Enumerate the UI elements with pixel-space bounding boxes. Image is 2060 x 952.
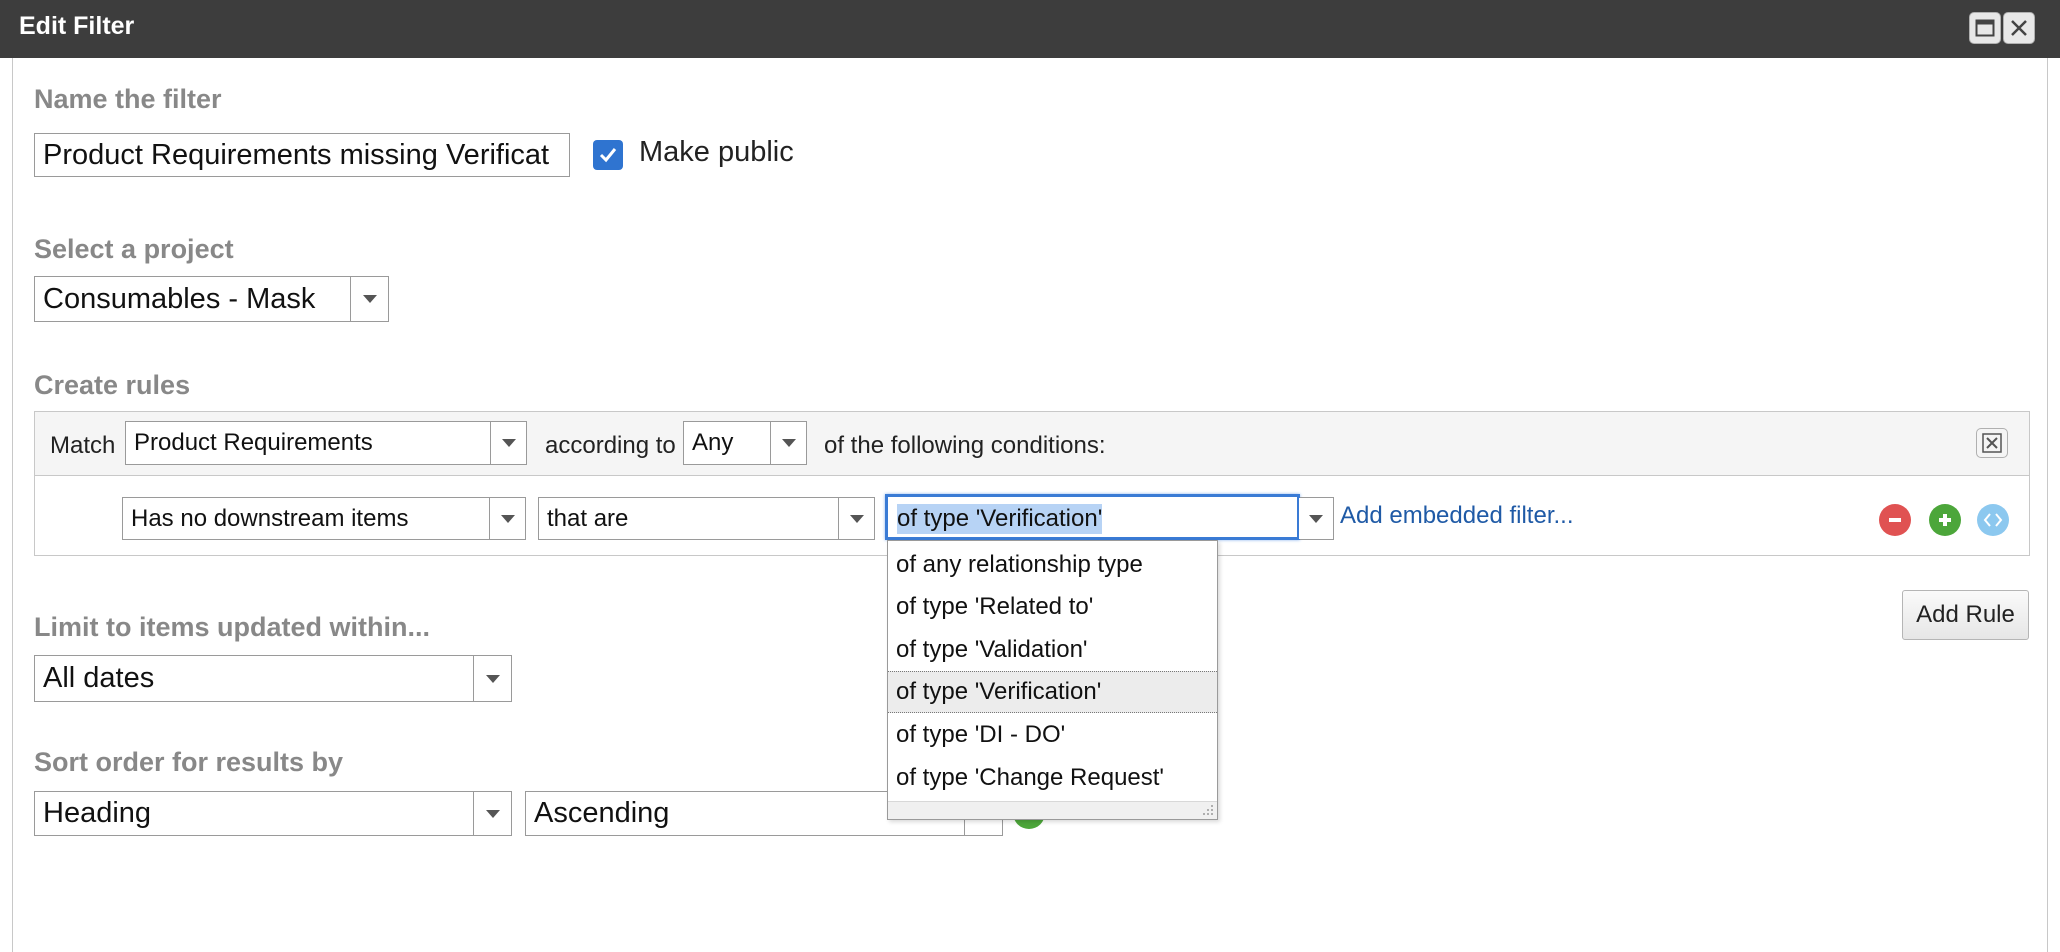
remove-rule-group-button[interactable]	[1976, 428, 2008, 458]
close-icon	[1982, 433, 2002, 453]
remove-condition-button[interactable]	[1879, 504, 1911, 536]
close-icon	[2011, 20, 2027, 36]
select-project-heading: Select a project	[34, 234, 234, 264]
maximize-button[interactable]	[1969, 12, 2001, 44]
chevron-down-icon[interactable]	[490, 422, 526, 464]
dropdown-option[interactable]: of type 'DI - DO'	[888, 714, 1217, 756]
condition-value: Has no downstream items	[131, 504, 409, 532]
relationship-type-dropdown-button[interactable]	[1299, 497, 1334, 540]
relationship-type-value: of type 'Verification'	[897, 504, 1103, 534]
plus-icon	[1939, 514, 1951, 526]
resize-grip-icon	[1203, 805, 1213, 815]
match-label: Match	[50, 432, 116, 459]
name-filter-heading: Name the filter	[34, 84, 222, 114]
according-to-label: according to	[545, 432, 676, 459]
embed-condition-button[interactable]	[1977, 504, 2009, 536]
add-rule-button[interactable]: Add Rule	[1902, 590, 2029, 640]
create-rules-heading: Create rules	[34, 370, 191, 400]
add-condition-button[interactable]	[1929, 504, 1961, 536]
dropdown-option[interactable]: of any relationship type	[888, 544, 1217, 586]
sort-field-value: Heading	[43, 797, 152, 829]
dropdown-option[interactable]: of type 'Validation'	[888, 629, 1217, 671]
match-type-select[interactable]: Product Requirements	[125, 421, 527, 465]
dropdown-resize-bar[interactable]	[888, 801, 1217, 819]
relationship-type-input[interactable]: of type 'Verification'	[885, 494, 1300, 540]
minus-icon	[1889, 518, 1901, 522]
make-public-checkbox[interactable]	[593, 140, 623, 170]
filter-name-input[interactable]: Product Requirements missing Verificat	[34, 133, 570, 177]
make-public-label[interactable]: Make public	[639, 136, 794, 169]
project-select[interactable]: Consumables - Mask	[34, 276, 389, 322]
chevron-down-icon[interactable]	[489, 498, 525, 539]
qualifier-value: that are	[547, 504, 629, 532]
relationship-type-dropdown-list: of any relationship type of type 'Relate…	[887, 540, 1218, 820]
project-select-value: Consumables - Mask	[43, 282, 316, 315]
match-mode-value: Any	[692, 429, 734, 456]
match-mode-select[interactable]: Any	[683, 421, 807, 465]
chevron-down-icon[interactable]	[473, 792, 511, 835]
condition-select[interactable]: Has no downstream items	[122, 497, 526, 540]
date-limit-select[interactable]: All dates	[34, 655, 512, 702]
sort-order-heading: Sort order for results by	[34, 747, 344, 777]
close-button[interactable]	[2003, 12, 2035, 44]
sort-direction-value: Ascending	[534, 797, 670, 829]
chevron-down-icon[interactable]	[770, 422, 806, 464]
match-type-value: Product Requirements	[134, 429, 373, 456]
dropdown-option[interactable]: of type 'Change Request'	[888, 757, 1217, 799]
dropdown-option[interactable]: of type 'Related to'	[888, 586, 1217, 628]
limit-items-heading: Limit to items updated within...	[34, 612, 430, 642]
dialog-titlebar[interactable]: Edit Filter	[0, 0, 2060, 58]
chevron-down-icon[interactable]	[1299, 498, 1333, 539]
dialog-title: Edit Filter	[19, 12, 135, 40]
dropdown-option-selected[interactable]: of type 'Verification'	[888, 671, 1217, 713]
date-limit-value: All dates	[43, 662, 155, 694]
chevron-down-icon[interactable]	[473, 656, 511, 701]
chevron-down-icon[interactable]	[350, 277, 388, 321]
checkmark-icon	[599, 148, 617, 163]
chevron-down-icon[interactable]	[838, 498, 874, 539]
maximize-icon	[1975, 19, 1995, 37]
code-brackets-icon	[1983, 513, 2003, 527]
add-embedded-filter-link[interactable]: Add embedded filter...	[1340, 502, 1573, 530]
sort-field-select[interactable]: Heading	[34, 791, 512, 836]
qualifier-select[interactable]: that are	[538, 497, 875, 540]
conditions-label: of the following conditions:	[824, 432, 1106, 459]
